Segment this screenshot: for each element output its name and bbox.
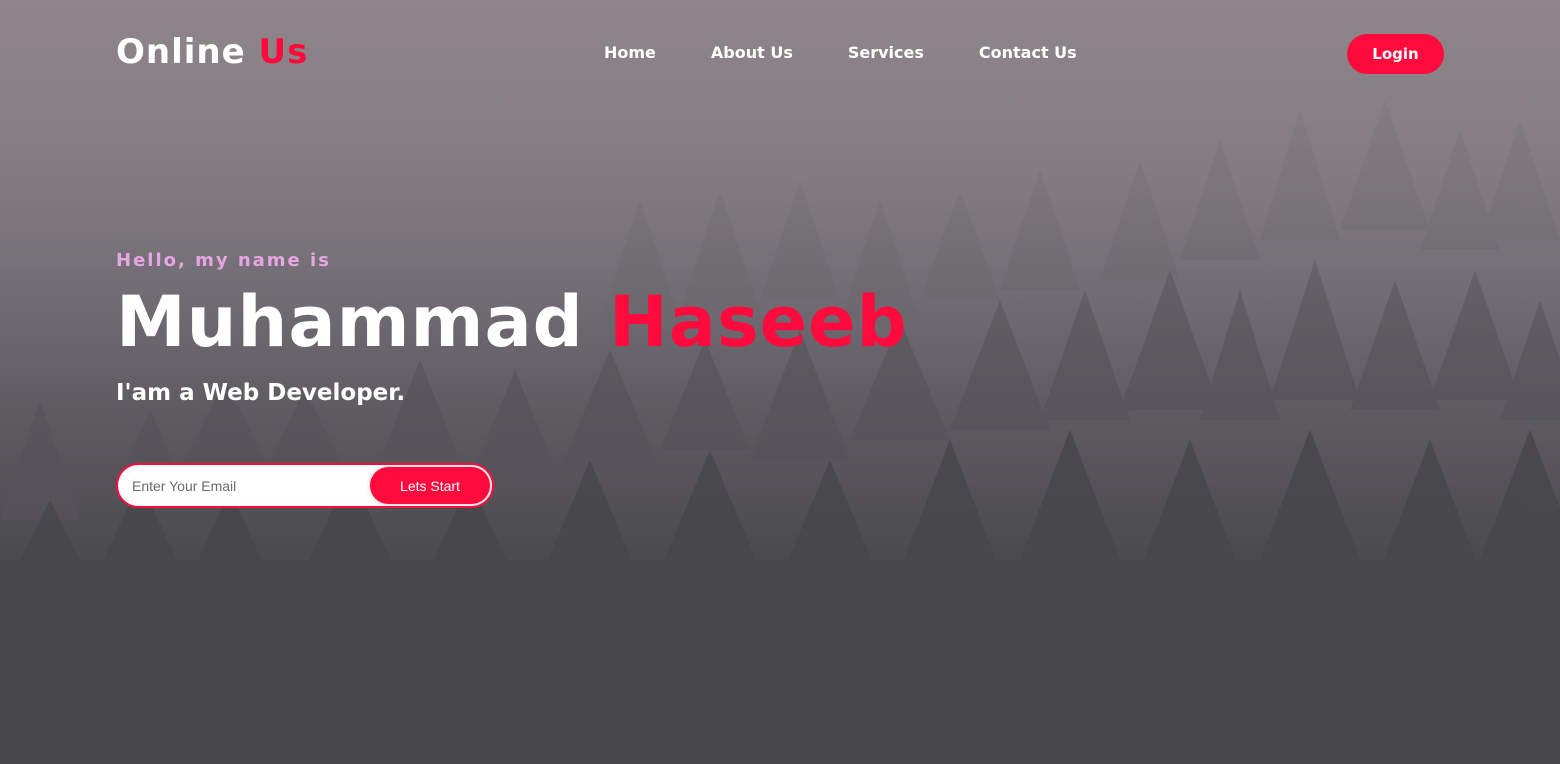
nav-link-home[interactable]: Home bbox=[604, 42, 656, 64]
hero-name: Muhammad Haseeb bbox=[116, 280, 936, 364]
hero-tagline: I'am a Web Developer. bbox=[116, 380, 406, 406]
hero-greeting: Hello, my name is bbox=[116, 250, 331, 271]
nav-links: Home About Us Services Contact Us bbox=[604, 42, 1077, 64]
hero-first-name: Muhammad bbox=[116, 281, 584, 363]
navbar: Online Us Home About Us Services Contact… bbox=[0, 0, 1560, 106]
nav-link-contact-us[interactable]: Contact Us bbox=[979, 42, 1077, 64]
email-signup-form: Lets Start bbox=[116, 463, 494, 508]
nav-link-about-us[interactable]: About Us bbox=[711, 42, 793, 64]
hero-last-name: Haseeb bbox=[609, 281, 908, 363]
brand-logo[interactable]: Online Us bbox=[116, 30, 308, 74]
login-button[interactable]: Login bbox=[1347, 34, 1444, 74]
brand-second-word: Us bbox=[258, 32, 309, 72]
hero-section: Hello, my name is Muhammad Haseeb I'am a… bbox=[116, 248, 936, 408]
email-input[interactable] bbox=[118, 465, 372, 506]
lets-start-button[interactable]: Lets Start bbox=[370, 467, 490, 504]
brand-first-word: Online bbox=[116, 32, 246, 72]
nav-link-services[interactable]: Services bbox=[848, 42, 924, 64]
